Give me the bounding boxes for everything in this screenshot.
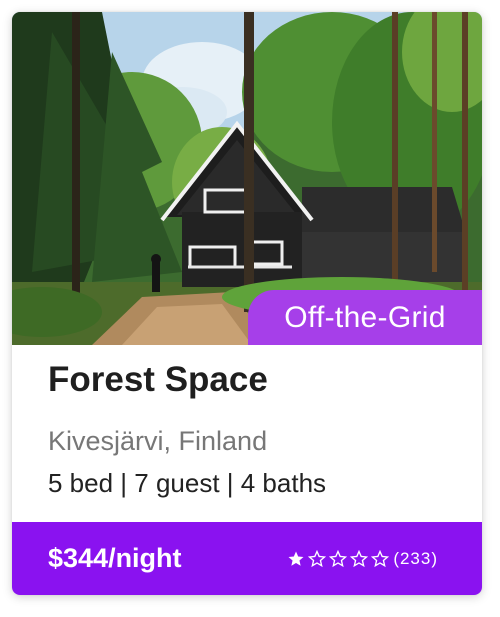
- star-outline-icon[interactable]: [329, 549, 348, 568]
- listing-location: Kivesjärvi, Finland: [48, 426, 268, 456]
- rating: (233): [287, 522, 438, 595]
- listing-details: 5 bed | 7 guest | 4 baths: [48, 468, 327, 498]
- star-outline-icon[interactable]: [371, 549, 390, 568]
- listing-title[interactable]: Forest Space: [48, 360, 268, 400]
- star-outline-icon[interactable]: [308, 549, 327, 568]
- listing-footer: $344/night (233): [12, 522, 482, 595]
- listing-card[interactable]: Off-the-Grid Forest Space Kivesjärvi, Fi…: [12, 12, 482, 595]
- star-filled-icon[interactable]: [287, 550, 305, 568]
- rating-count: (233): [393, 548, 438, 568]
- star-outline-icon[interactable]: [350, 549, 369, 568]
- category-badge: Off-the-Grid: [248, 290, 482, 345]
- listing-price: $344/night: [48, 543, 182, 573]
- listing-photo[interactable]: Off-the-Grid: [12, 12, 482, 345]
